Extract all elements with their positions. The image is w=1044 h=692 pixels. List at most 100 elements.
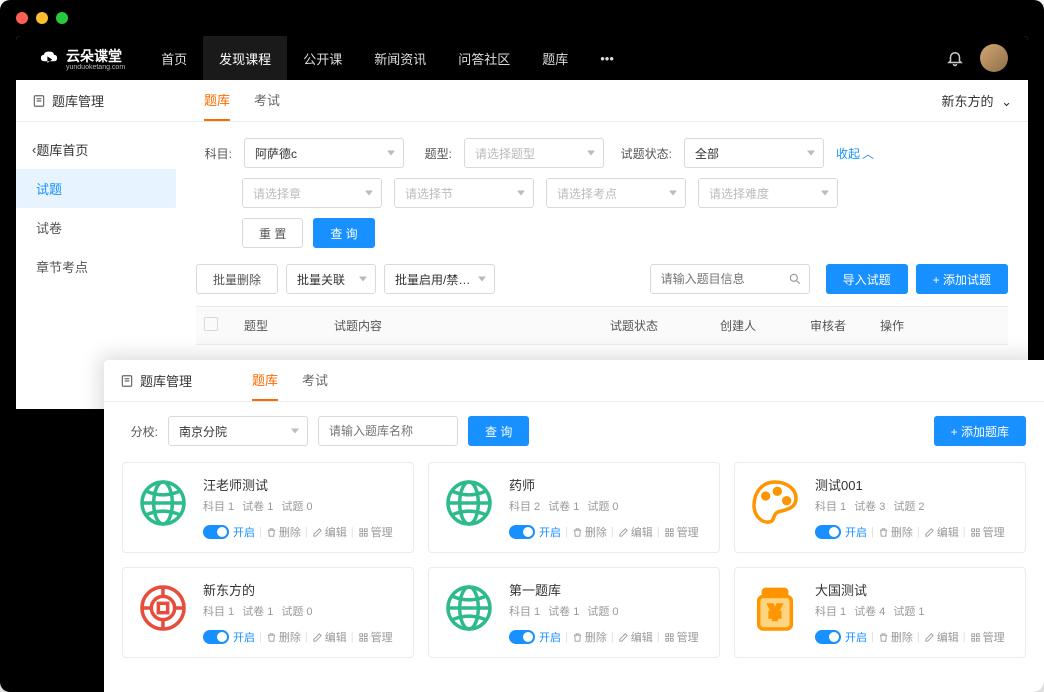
table-head: 题型 试题内容 试题状态 创建人 审核者 操作 bbox=[196, 306, 1008, 345]
trash-icon bbox=[266, 527, 277, 538]
logo[interactable]: 云朵谍堂 yunduoketang.com bbox=[36, 45, 125, 71]
import-button[interactable]: 导入试题 bbox=[826, 264, 908, 294]
maximize-window[interactable] bbox=[56, 12, 68, 24]
card-action-delete[interactable]: 删除 bbox=[572, 524, 607, 540]
card-action-edit[interactable]: 编辑 bbox=[618, 629, 653, 645]
card-meta: 科目 1试卷 1试题 0 bbox=[509, 603, 707, 619]
edit-icon bbox=[924, 527, 935, 538]
tab-exam[interactable]: 考试 bbox=[254, 80, 280, 121]
bell-icon[interactable] bbox=[946, 49, 964, 67]
sidebar-item-papers[interactable]: 试卷 bbox=[16, 208, 176, 247]
logo-text: 云朵谍堂 bbox=[66, 46, 125, 66]
card-action-manage[interactable]: 管理 bbox=[970, 524, 1005, 540]
th-content: 试题内容 bbox=[334, 317, 610, 334]
reset-button[interactable]: 重 置 bbox=[242, 218, 303, 248]
card-action-manage[interactable]: 管理 bbox=[970, 629, 1005, 645]
card-title: 汪老师测试 bbox=[203, 475, 401, 494]
toggle-open[interactable] bbox=[509, 630, 535, 644]
main-window: 云朵谍堂 yunduoketang.com 首页 发现课程 公开课 新闻资讯 问… bbox=[16, 36, 1028, 409]
card-icon bbox=[135, 475, 191, 531]
bank-card: 新东方的科目 1试卷 1试题 0开启|删除|编辑|管理 bbox=[122, 567, 414, 658]
trash-icon bbox=[878, 632, 889, 643]
card-action-manage[interactable]: 管理 bbox=[358, 629, 393, 645]
edit-icon bbox=[312, 527, 323, 538]
toggle-open[interactable] bbox=[509, 525, 535, 539]
w2-tab-bank[interactable]: 题库 bbox=[252, 360, 278, 401]
minimize-window[interactable] bbox=[36, 12, 48, 24]
sidebar-item-questions[interactable]: 试题 bbox=[16, 169, 176, 208]
card-action-edit[interactable]: 编辑 bbox=[312, 629, 347, 645]
card-icon bbox=[135, 580, 191, 636]
card-icon bbox=[747, 475, 803, 531]
nav-more[interactable]: ••• bbox=[584, 36, 630, 80]
card-action-edit[interactable]: 编辑 bbox=[924, 524, 959, 540]
label-open: 开启 bbox=[845, 524, 867, 540]
bank-name-input[interactable] bbox=[318, 416, 458, 446]
header-right[interactable]: 新东方的 ⌄ bbox=[941, 91, 1012, 110]
nav-news[interactable]: 新闻资讯 bbox=[358, 36, 442, 80]
select-branch[interactable]: 南京分院 bbox=[168, 416, 308, 446]
nav-qa[interactable]: 问答社区 bbox=[442, 36, 526, 80]
search-input[interactable] bbox=[650, 264, 810, 294]
edit-icon bbox=[618, 632, 629, 643]
select-difficulty[interactable]: 请选择难度 bbox=[698, 178, 838, 208]
sidebar-item-chapters[interactable]: 章节考点 bbox=[16, 247, 176, 286]
card-action-delete[interactable]: 删除 bbox=[878, 629, 913, 645]
back-link[interactable]: ‹ 题库首页 bbox=[16, 130, 176, 169]
card-meta: 科目 1试卷 4试题 1 bbox=[815, 603, 1013, 619]
trash-icon bbox=[266, 632, 277, 643]
card-action-manage[interactable]: 管理 bbox=[664, 629, 699, 645]
card-action-edit[interactable]: 编辑 bbox=[924, 629, 959, 645]
window-controls[interactable] bbox=[16, 12, 68, 24]
w2-tab-exam[interactable]: 考试 bbox=[302, 360, 328, 401]
chevron-up-icon: ︿ bbox=[862, 145, 874, 162]
nav-bank[interactable]: 题库 bbox=[526, 36, 584, 80]
label-open: 开启 bbox=[233, 524, 255, 540]
bulk-delete-button[interactable]: 批量删除 bbox=[196, 264, 278, 294]
grid-icon bbox=[970, 527, 981, 538]
grid-icon bbox=[664, 632, 675, 643]
card-action-manage[interactable]: 管理 bbox=[664, 524, 699, 540]
card-action-delete[interactable]: 删除 bbox=[266, 524, 301, 540]
select-status[interactable]: 全部 bbox=[684, 138, 824, 168]
card-action-delete[interactable]: 删除 bbox=[878, 524, 913, 540]
query-button[interactable]: 查 询 bbox=[313, 218, 374, 248]
card-action-edit[interactable]: 编辑 bbox=[618, 524, 653, 540]
toggle-open[interactable] bbox=[203, 525, 229, 539]
top-nav: 云朵谍堂 yunduoketang.com 首页 发现课程 公开课 新闻资讯 问… bbox=[16, 36, 1028, 80]
overlay-window: 题库管理 题库 考试 分校: 南京分院 查 询 + 添加题库 汪老师测试科目 1… bbox=[104, 360, 1044, 692]
nav-courses[interactable]: 发现课程 bbox=[203, 36, 287, 80]
select-point[interactable]: 请选择考点 bbox=[546, 178, 686, 208]
card-action-delete[interactable]: 删除 bbox=[572, 629, 607, 645]
collapse-link[interactable]: 收起 ︿ bbox=[836, 145, 874, 162]
w2-query-button[interactable]: 查 询 bbox=[468, 416, 529, 446]
bank-card: 汪老师测试科目 1试卷 1试题 0开启|删除|编辑|管理 bbox=[122, 462, 414, 553]
add-question-button[interactable]: + 添加试题 bbox=[916, 264, 1008, 294]
bank-card: 药师科目 2试卷 1试题 0开启|删除|编辑|管理 bbox=[428, 462, 720, 553]
card-action-edit[interactable]: 编辑 bbox=[312, 524, 347, 540]
card-action-manage[interactable]: 管理 bbox=[358, 524, 393, 540]
checkbox-all[interactable] bbox=[204, 317, 218, 331]
bulk-link-select[interactable]: 批量关联 bbox=[286, 264, 376, 294]
search-icon bbox=[788, 272, 802, 286]
close-window[interactable] bbox=[16, 12, 28, 24]
nav-home[interactable]: 首页 bbox=[145, 36, 203, 80]
nav-public[interactable]: 公开课 bbox=[287, 36, 358, 80]
toggle-open[interactable] bbox=[203, 630, 229, 644]
edit-icon bbox=[312, 632, 323, 643]
toggle-open[interactable] bbox=[815, 525, 841, 539]
card-icon bbox=[441, 475, 497, 531]
select-section[interactable]: 请选择节 bbox=[394, 178, 534, 208]
select-chapter[interactable]: 请选择章 bbox=[242, 178, 382, 208]
grid-icon bbox=[358, 527, 369, 538]
toggle-open[interactable] bbox=[815, 630, 841, 644]
avatar[interactable] bbox=[980, 44, 1008, 72]
chevron-down-icon: ⌄ bbox=[1001, 94, 1012, 109]
add-bank-button[interactable]: + 添加题库 bbox=[934, 416, 1026, 446]
card-action-delete[interactable]: 删除 bbox=[266, 629, 301, 645]
bulk-toggle-select[interactable]: 批量启用/禁… bbox=[384, 264, 495, 294]
tab-bank[interactable]: 题库 bbox=[204, 80, 230, 121]
select-type[interactable]: 请选择题型 bbox=[464, 138, 604, 168]
back-label: 题库首页 bbox=[36, 140, 88, 159]
select-subject[interactable]: 阿萨德c bbox=[244, 138, 404, 168]
